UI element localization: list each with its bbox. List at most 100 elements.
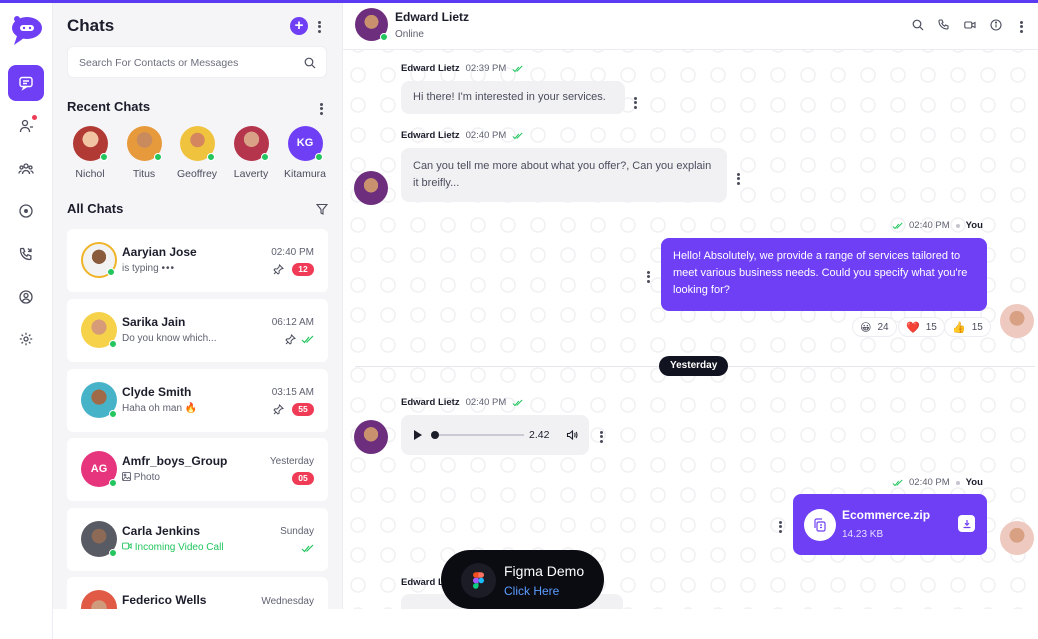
avatar xyxy=(233,126,269,161)
my-avatar xyxy=(1000,304,1034,338)
audio-duration: 2.42 xyxy=(529,429,550,441)
search-placeholder: Search For Contacts or Messages xyxy=(79,57,239,69)
filter-icon[interactable] xyxy=(316,203,328,215)
reaction-chip[interactable]: 👍 15 xyxy=(944,317,991,337)
chat-item[interactable]: Aaryian Jose is typing ••• 02:40 PM 12 xyxy=(67,229,328,292)
nav-settings[interactable] xyxy=(8,321,44,357)
message-meta: Edward Lietz 02:39 PM xyxy=(401,63,523,74)
recent-contact-name: Titus xyxy=(132,168,156,180)
audio-track[interactable] xyxy=(434,434,524,436)
image-icon xyxy=(122,472,131,481)
recent-contact-name: Kitamura xyxy=(283,168,326,180)
chat-time: 06:12 AM xyxy=(271,317,314,328)
message-options-icon[interactable] xyxy=(647,269,651,284)
info-icon[interactable] xyxy=(990,19,1002,31)
app-logo-icon[interactable] xyxy=(8,14,44,48)
nav-groups[interactable] xyxy=(8,151,44,187)
chat-list-panel: Chats + Search For Contacts or Messages … xyxy=(53,0,343,639)
unread-badge: 05 xyxy=(292,472,314,485)
file-message[interactable]: Ecommerce.zip 14.23 KB xyxy=(793,494,987,555)
online-indicator xyxy=(109,340,117,348)
double-check-icon xyxy=(892,479,903,486)
message-options-icon[interactable] xyxy=(779,519,783,534)
contact-avatar[interactable] xyxy=(355,8,388,41)
unread-badge: 12 xyxy=(292,263,314,276)
file-size: 14.23 KB xyxy=(842,529,884,540)
message-meta: Edward Lietz 02:40 PM xyxy=(401,130,523,141)
chat-time: Yesterday xyxy=(269,456,314,467)
avatar xyxy=(81,521,117,557)
online-indicator xyxy=(314,153,323,161)
phone-icon[interactable] xyxy=(938,19,950,31)
double-check-icon xyxy=(512,65,523,72)
search-input[interactable]: Search For Contacts or Messages xyxy=(67,46,327,78)
online-indicator xyxy=(260,153,269,161)
message-bubble[interactable]: Hi there! I'm interested in your service… xyxy=(401,81,625,114)
conversation-panel: Edward Lietz Online Edward Lietz 02:39 PM… xyxy=(343,0,1038,639)
recent-contact-name: Nichol xyxy=(75,168,105,180)
recent-contact[interactable]: Titus xyxy=(119,126,169,180)
reaction-chip[interactable]: 😀 24 xyxy=(852,317,897,337)
message-options-icon[interactable] xyxy=(600,429,604,444)
message-bubble[interactable]: Hello! Absolutely, we provide a range of… xyxy=(661,238,987,311)
chat-item[interactable]: AG Amfr_boys_Group Photo Yesterday 05 xyxy=(67,438,328,501)
chat-preview: Incoming Video Call xyxy=(121,542,224,553)
download-icon[interactable] xyxy=(958,515,975,532)
double-check-icon xyxy=(512,132,523,139)
nav-status[interactable] xyxy=(8,193,44,229)
notification-dot xyxy=(32,115,37,120)
more-options-icon[interactable] xyxy=(1020,19,1024,34)
avatar xyxy=(81,242,117,278)
status-icon xyxy=(19,204,33,218)
file-name: Ecommerce.zip xyxy=(842,508,931,522)
nav-calls[interactable] xyxy=(8,236,44,272)
nav-contacts[interactable] xyxy=(8,108,44,144)
double-check-icon xyxy=(512,399,523,406)
online-indicator xyxy=(107,268,115,276)
recent-contact-name: Laverty xyxy=(233,168,269,180)
nav-chats[interactable] xyxy=(8,65,44,101)
chat-item[interactable]: Carla Jenkins Incoming Video Call Sunday xyxy=(67,508,328,571)
recent-contact[interactable]: Geoffrey xyxy=(172,126,222,180)
chat-preview: Haha oh man 🔥 xyxy=(122,403,198,414)
message-options-icon[interactable] xyxy=(634,95,638,110)
message-meta: Edward Lietz 02:40 PM xyxy=(401,397,523,408)
recent-contact[interactable]: Nichol xyxy=(65,126,115,180)
volume-icon[interactable] xyxy=(566,429,578,441)
audio-scrubber[interactable] xyxy=(431,431,439,439)
search-icon[interactable] xyxy=(912,19,924,31)
date-divider: Yesterday xyxy=(659,356,729,376)
chat-time: 03:15 AM xyxy=(271,387,314,398)
avatar xyxy=(126,126,162,161)
avatar xyxy=(81,382,117,418)
video-icon[interactable] xyxy=(964,19,976,31)
reaction-chip[interactable]: ❤️ 15 xyxy=(898,317,945,337)
search-icon xyxy=(304,57,316,69)
new-chat-button[interactable]: + xyxy=(290,17,308,35)
avatar xyxy=(179,126,215,161)
chat-item[interactable]: Sarika Jain Do you know which... 06:12 A… xyxy=(67,299,328,362)
figma-demo-link[interactable]: Click Here xyxy=(504,584,559,598)
all-chats-title: All Chats xyxy=(67,201,124,216)
contact-status: Online xyxy=(395,29,424,40)
groups-icon xyxy=(18,163,34,175)
recent-contact[interactable]: Laverty xyxy=(226,126,276,180)
double-check-icon xyxy=(301,335,314,344)
more-options-icon[interactable] xyxy=(318,19,322,34)
nav-profile[interactable] xyxy=(8,279,44,315)
figma-demo-badge[interactable]: Figma Demo Click Here xyxy=(441,550,604,609)
contact-name[interactable]: Edward Lietz xyxy=(395,10,469,24)
message-bubble[interactable]: Can you tell me more about what you offe… xyxy=(401,148,727,202)
chat-name: Clyde Smith xyxy=(122,385,192,399)
online-indicator xyxy=(109,410,117,418)
recent-contact[interactable]: KG Kitamura xyxy=(280,126,330,180)
online-indicator xyxy=(206,153,215,161)
play-icon[interactable] xyxy=(414,430,422,440)
sender-avatar xyxy=(354,171,388,205)
avatar: AG xyxy=(81,451,117,487)
sender-avatar xyxy=(354,420,388,454)
chat-item[interactable]: Clyde Smith Haha oh man 🔥 03:15 AM 55 xyxy=(67,369,328,432)
recent-more-icon[interactable] xyxy=(320,101,324,116)
recent-contact-name: Geoffrey xyxy=(176,168,218,180)
message-options-icon[interactable] xyxy=(737,171,741,186)
